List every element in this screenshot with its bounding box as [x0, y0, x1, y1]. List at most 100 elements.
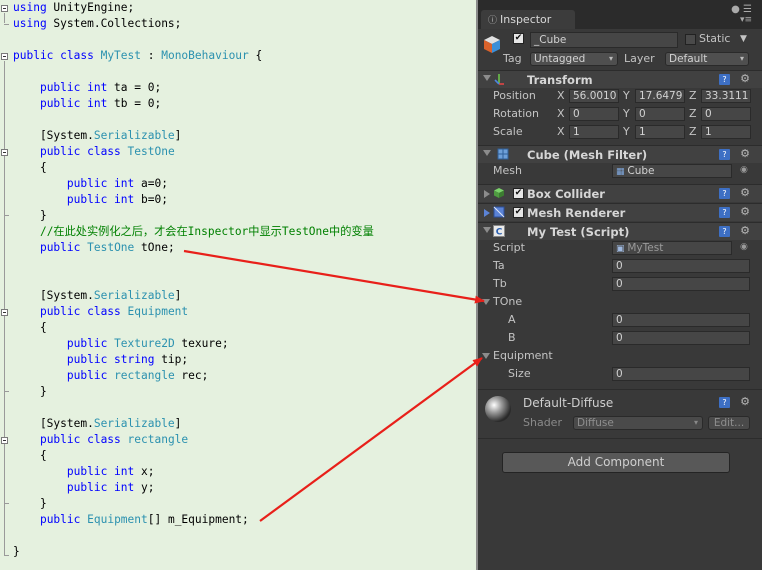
code-type: Serializable [93, 417, 175, 430]
ta-input[interactable]: 0 [612, 259, 750, 273]
gear-icon[interactable]: ⚙ [740, 224, 750, 238]
object-picker-icon[interactable]: ◉ [740, 242, 748, 252]
help-icon[interactable]: ? [719, 188, 730, 199]
fold-end [4, 391, 9, 392]
rotation-z-input[interactable]: 0 [701, 107, 751, 121]
scale-y-input[interactable]: 1 [635, 125, 685, 139]
options-menu-icon[interactable]: ☰ [743, 4, 752, 15]
expand-arrow-icon[interactable] [484, 209, 490, 217]
static-dropdown-icon[interactable]: ▼ [740, 32, 747, 46]
layer-dropdown[interactable]: Default ▾ [665, 52, 749, 66]
mesh-filter-icon [497, 148, 509, 160]
gear-icon[interactable]: ⚙ [740, 205, 750, 219]
size-input[interactable]: 0 [612, 367, 750, 381]
code-token: System.Collections; [46, 17, 182, 30]
mesh-renderer-enabled-checkbox[interactable]: ✔ [513, 207, 524, 218]
add-component-button[interactable]: Add Component [502, 452, 730, 473]
code-editor[interactable]: using UnityEngine; using System.Collectio… [0, 0, 476, 570]
code-type: rectangle [114, 369, 175, 382]
help-icon[interactable]: ? [719, 397, 730, 408]
gear-icon[interactable]: ⚙ [740, 395, 750, 409]
window-menu-icon[interactable]: ▾≡ [740, 15, 752, 25]
object-active-checkbox[interactable]: ✔ [513, 33, 524, 44]
rotation-x-input[interactable]: 0 [569, 107, 619, 121]
fold-toggle-icon[interactable] [1, 309, 8, 316]
code-line: [System.Serializable] [13, 288, 374, 304]
code-line: using UnityEngine; [13, 0, 374, 16]
chevron-down-icon: ▾ [739, 54, 744, 63]
tab-inspector[interactable]: ⓘ Inspector [481, 10, 575, 29]
object-name-input[interactable]: _Cube [530, 32, 678, 48]
tag-dropdown[interactable]: Untagged ▾ [530, 52, 618, 66]
fold-toggle-icon[interactable] [1, 149, 8, 156]
code-keyword: public int [66, 193, 135, 206]
code-text[interactable]: using UnityEngine; using System.Collectio… [13, 0, 374, 560]
box-collider-header[interactable]: ✔ Box Collider ? ⚙ [478, 184, 762, 202]
equipment-foldout-label[interactable]: Equipment [493, 349, 553, 363]
fold-end [4, 24, 9, 25]
static-label: Static [699, 32, 731, 45]
gear-icon[interactable]: ⚙ [740, 186, 750, 200]
code-comment: //在此处实例化之后，才会在Inspector中显示TestOne中的变量 [39, 225, 374, 238]
expand-arrow-icon[interactable] [483, 75, 491, 81]
help-icon[interactable]: ? [719, 207, 730, 218]
lock-icon[interactable]: ● [731, 4, 740, 15]
gear-icon[interactable]: ⚙ [740, 72, 750, 86]
fold-end [4, 503, 9, 504]
scale-z-input[interactable]: 1 [701, 125, 751, 139]
mesh-object-field[interactable]: ▦ Cube [612, 164, 732, 178]
help-icon[interactable]: ? [719, 74, 730, 85]
help-icon[interactable]: ? [719, 226, 730, 237]
gear-icon[interactable]: ⚙ [740, 147, 750, 161]
fold-end [4, 555, 9, 556]
static-checkbox[interactable] [685, 34, 696, 45]
expand-arrow-icon[interactable] [484, 190, 490, 198]
mesh-filter-header[interactable]: Cube (Mesh Filter) ? ⚙ [478, 145, 762, 163]
position-x-input[interactable]: 56.0010 [569, 89, 619, 103]
scale-x-input[interactable]: 1 [569, 125, 619, 139]
equipment-foldout-arrow-icon[interactable] [482, 353, 490, 359]
fold-toggle-icon[interactable] [1, 53, 8, 60]
position-z-input[interactable]: 33.3111 [701, 89, 751, 103]
tb-input[interactable]: 0 [612, 277, 750, 291]
b-input[interactable]: 0 [612, 331, 750, 345]
my-test-script-header[interactable]: C My Test (Script) ? ⚙ [478, 222, 762, 240]
fold-toggle-icon[interactable] [1, 437, 8, 444]
code-keyword: public string [66, 353, 155, 366]
rotation-y-input[interactable]: 0 [635, 107, 685, 121]
box-collider-enabled-checkbox[interactable]: ✔ [513, 188, 524, 199]
code-type: rectangle [127, 433, 189, 446]
csharp-script-icon: C [493, 225, 505, 237]
shader-dropdown[interactable]: Diffuse ▾ [573, 416, 703, 430]
code-token: texure; [174, 337, 229, 350]
object-picker-icon[interactable]: ◉ [740, 165, 748, 175]
fold-toggle-icon[interactable] [1, 5, 8, 12]
code-line: public class TestOne [13, 144, 374, 160]
tone-foldout-label[interactable]: TOne [493, 295, 522, 309]
expand-arrow-icon[interactable] [483, 150, 491, 156]
code-line: { [13, 160, 374, 176]
script-value: MyTest [627, 242, 664, 254]
code-token: y; [134, 481, 155, 494]
mesh-renderer-header[interactable]: ✔ Mesh Renderer ? ⚙ [478, 203, 762, 221]
tb-label: Tb [493, 277, 507, 290]
tone-foldout-arrow-icon[interactable] [482, 299, 490, 305]
position-y-input[interactable]: 17.6479 [635, 89, 685, 103]
help-icon[interactable]: ? [719, 149, 730, 160]
code-token: } [13, 385, 47, 398]
script-object-field[interactable]: ▣ MyTest [612, 241, 732, 255]
code-token: ] [174, 129, 182, 142]
mesh-renderer-icon [493, 206, 505, 218]
shader-edit-button[interactable]: Edit... [708, 416, 750, 430]
expand-arrow-icon[interactable] [483, 227, 491, 233]
transform-header[interactable]: Transform ? ⚙ [478, 70, 762, 88]
a-input[interactable]: 0 [612, 313, 750, 327]
editor-gutter [0, 0, 11, 570]
